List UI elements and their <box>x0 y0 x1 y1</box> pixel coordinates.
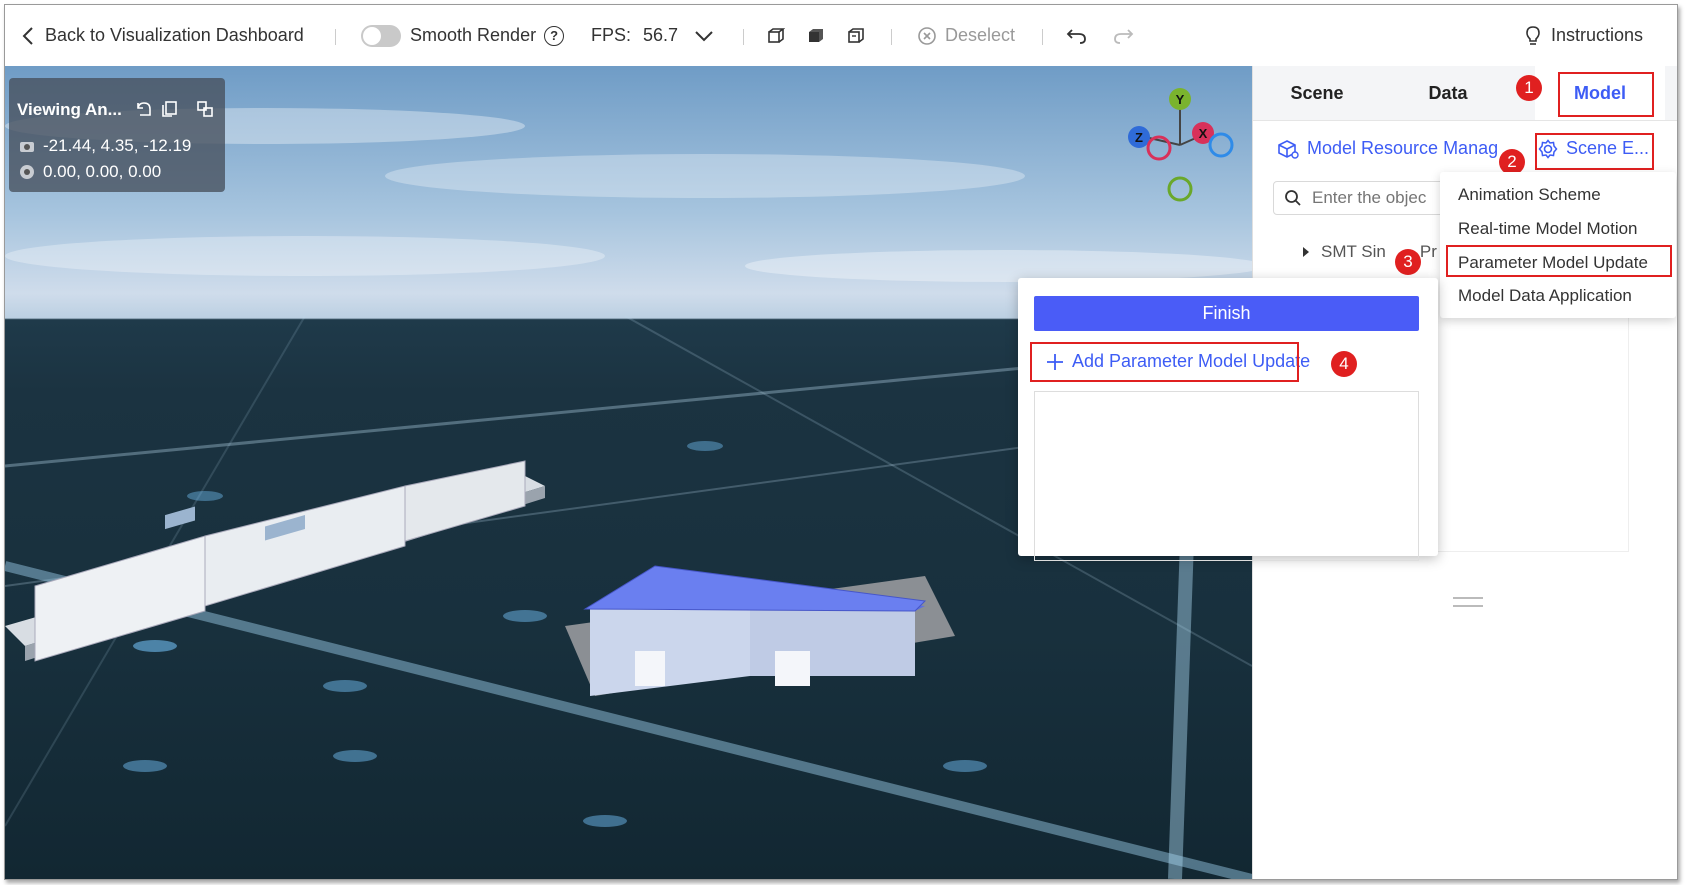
camera-info-panel: Viewing An... -21.44, 4.35, -12.19 0.00,… <box>9 78 225 192</box>
highlight-add-parameter <box>1030 342 1299 382</box>
copy-icon[interactable] <box>160 100 178 118</box>
model-resource-button[interactable]: Model Resource Manag <box>1277 138 1498 159</box>
resize-handle[interactable] <box>1453 597 1483 607</box>
menu-item-realtime-motion[interactable]: Real-time Model Motion <box>1458 219 1638 239</box>
chevron-left-icon <box>22 26 33 45</box>
tab-scene[interactable]: Scene <box>1253 66 1381 120</box>
target-position-value: 0.00, 0.00, 0.00 <box>43 162 162 181</box>
toolbar-divider <box>743 29 744 45</box>
toolbar-divider <box>335 29 336 45</box>
step-badge-1: 1 <box>1516 75 1542 101</box>
target-position-row: 0.00, 0.00, 0.00 <box>19 162 161 182</box>
model-resource-label: Model Resource Manag <box>1307 138 1499 158</box>
wireframe-cube-icon[interactable] <box>767 27 785 45</box>
help-icon[interactable]: ? <box>544 25 565 46</box>
toolbar-divider <box>1042 29 1043 45</box>
highlight-scene-editor <box>1535 133 1654 170</box>
finish-button[interactable]: Finish <box>1034 296 1419 331</box>
camera-actions <box>134 100 214 118</box>
axis-y-label: Y <box>1176 92 1185 107</box>
undo-icon <box>1066 28 1086 44</box>
step-badge-4: 4 <box>1331 351 1357 377</box>
instructions-label: Instructions <box>1551 25 1644 45</box>
parameter-list-area[interactable] <box>1034 391 1419 561</box>
back-button[interactable]: Back to Visualization Dashboard <box>21 5 304 66</box>
highlight-parameter-update <box>1446 245 1672 277</box>
fps-value: 56.7 <box>643 25 679 45</box>
axis-x-label: X <box>1199 126 1208 141</box>
search-icon <box>1285 190 1301 206</box>
camera-position-row: -21.44, 4.35, -12.19 <box>19 136 191 156</box>
redo-button[interactable] <box>1113 5 1135 66</box>
axis-gizmo[interactable]: Y X Z <box>1125 81 1245 211</box>
search-input[interactable] <box>1310 187 1454 209</box>
highlight-model-tab <box>1558 72 1654 117</box>
deselect-button[interactable]: Deselect <box>917 5 1015 66</box>
toggle-switch[interactable] <box>361 24 401 47</box>
app-window: Back to Visualization Dashboard Smooth R… <box>4 4 1678 880</box>
caret-right-icon <box>1303 247 1309 257</box>
parameter-update-popup: Finish Add Parameter Model Update 4 <box>1018 278 1438 561</box>
lightbulb-icon <box>1526 25 1540 45</box>
redo-icon <box>1114 28 1134 44</box>
cube-resource-icon <box>1278 139 1299 159</box>
fps-label: FPS: <box>591 25 632 45</box>
smooth-render-label: Smooth Render <box>410 25 537 45</box>
smooth-render-toggle[interactable]: Smooth Render ? <box>361 5 565 66</box>
camera-info-title: Viewing An... <box>17 100 122 119</box>
axis-z-label: Z <box>1135 130 1143 145</box>
instructions-button[interactable]: Instructions <box>1525 5 1643 66</box>
back-label: Back to Visualization Dashboard <box>45 25 304 45</box>
tab-data[interactable]: Data <box>1383 66 1513 120</box>
top-toolbar: Back to Visualization Dashboard Smooth R… <box>5 5 1677 66</box>
chevron-down-icon[interactable] <box>694 29 714 43</box>
step-badge-3: 3 <box>1395 249 1421 275</box>
menu-item-data-application[interactable]: Model Data Application <box>1458 286 1632 306</box>
fps-readout: FPS: 56.7 <box>591 5 714 66</box>
solid-cube-icon[interactable] <box>807 27 825 45</box>
object-search[interactable] <box>1273 181 1463 215</box>
menu-item-animation-scheme[interactable]: Animation Scheme <box>1458 185 1601 205</box>
camera-icon <box>20 142 34 152</box>
tree-item-label-tail: Pr <box>1419 242 1437 261</box>
tree-item-label: SMT Sin <box>1321 242 1386 261</box>
deselect-icon <box>918 26 936 45</box>
eye-icon <box>20 165 34 179</box>
outline-cube-icon[interactable] <box>847 27 865 45</box>
reset-view-icon[interactable] <box>134 100 152 118</box>
camera-position-value: -21.44, 4.35, -12.19 <box>43 136 192 155</box>
toolbar-divider <box>891 29 892 45</box>
paste-icon[interactable] <box>196 100 214 118</box>
deselect-label: Deselect <box>945 25 1016 45</box>
undo-button[interactable] <box>1065 5 1087 66</box>
view-mode-group <box>767 5 865 66</box>
